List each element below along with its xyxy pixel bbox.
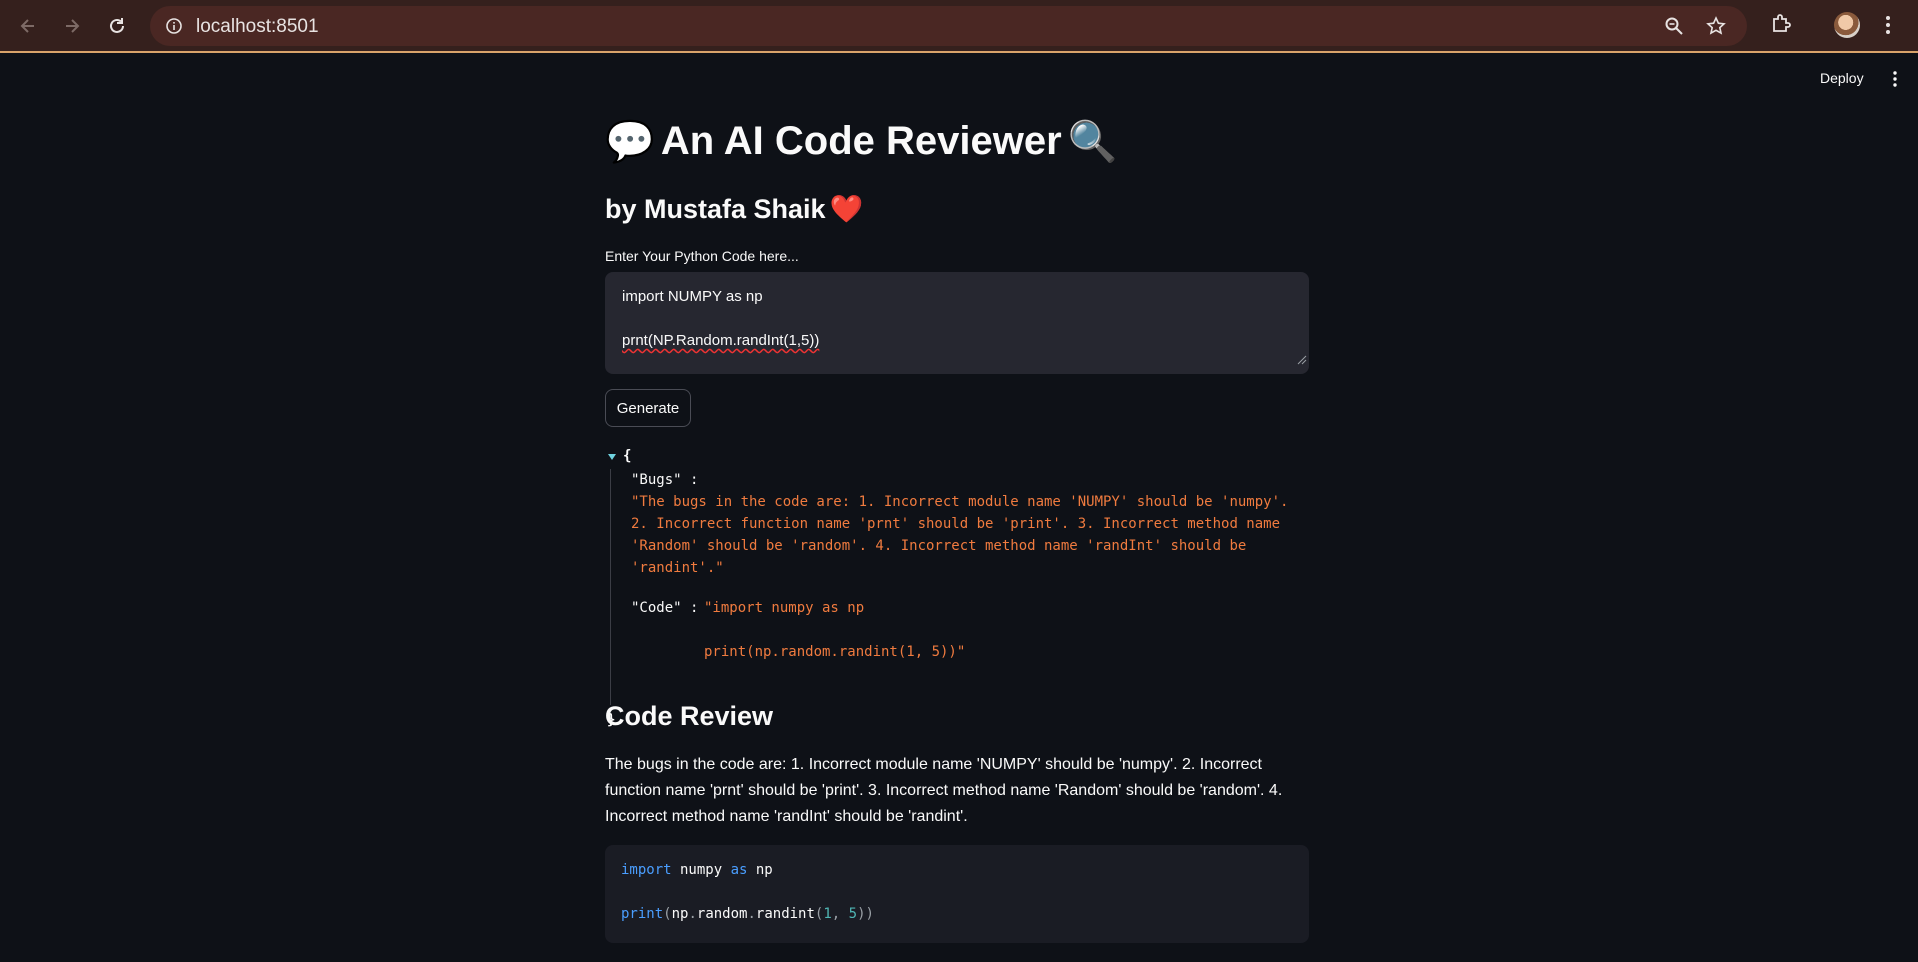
code-token: as <box>730 862 748 878</box>
speech-bubble-icon: 💬 <box>605 120 655 164</box>
code-token: , <box>831 906 849 922</box>
code-token: . <box>747 906 756 922</box>
json-value-code-line2: print(np.random.randint(1, 5))" <box>704 644 966 660</box>
reload-icon[interactable] <box>103 12 131 40</box>
code-review-text: The bugs in the code are: 1. Incorrect m… <box>605 756 1283 825</box>
bookmark-star-icon[interactable] <box>1706 16 1726 41</box>
code-input-label: Enter Your Python Code here... <box>605 248 799 264</box>
page-title-text: An AI Code Reviewer <box>660 119 1062 163</box>
page-subtitle: by Mustafa Shaik ❤️ <box>605 193 863 225</box>
zoom-icon[interactable] <box>1664 16 1684 41</box>
menu-icon[interactable] <box>1885 14 1891 41</box>
profile-avatar[interactable] <box>1834 12 1860 38</box>
deploy-button[interactable]: Deploy <box>1820 70 1864 86</box>
site-info-icon[interactable] <box>164 16 184 36</box>
browser-toolbar: localhost:8501 <box>0 0 1918 53</box>
code-token: ( <box>663 906 672 922</box>
json-value-bugs: "The bugs in the code are: 1. Incorrect … <box>631 494 1289 576</box>
code-input-line <box>622 308 1292 330</box>
code-token: random <box>696 906 748 922</box>
resize-handle-icon[interactable] <box>1297 350 1307 372</box>
generate-button[interactable]: Generate <box>605 389 691 427</box>
page-title: 💬 An AI Code Reviewer 🔍 <box>605 118 1117 165</box>
code-token: 1 <box>823 906 832 922</box>
code-input-line: import NUMPY as np <box>622 288 763 305</box>
code-token: . <box>688 906 697 922</box>
collapse-caret-icon[interactable] <box>607 447 617 469</box>
address-bar[interactable]: localhost:8501 <box>150 6 1747 46</box>
forward-icon[interactable] <box>58 12 86 40</box>
code-token: numpy <box>671 862 731 878</box>
code-line: print(np.random.randint(1, 5)) <box>621 903 1293 925</box>
json-open-brace: { <box>623 448 632 464</box>
code-token: print <box>621 906 664 922</box>
heart-icon: ❤️ <box>829 194 864 224</box>
json-key-bugs: "Bugs" : <box>631 472 699 488</box>
code-token: 5 <box>848 906 858 922</box>
back-icon[interactable] <box>14 12 42 40</box>
code-review-codeblock: import numpy as np print(np.random.randi… <box>605 845 1309 943</box>
code-line: import numpy as np <box>621 859 1293 881</box>
magnifier-icon: 🔍 <box>1067 120 1118 164</box>
code-input[interactable]: import NUMPY as np prnt(NP.Random.randIn… <box>605 272 1309 374</box>
code-review-heading: Code Review <box>605 701 774 731</box>
url-text[interactable]: localhost:8501 <box>196 16 319 38</box>
extensions-icon[interactable] <box>1769 12 1793 41</box>
code-token: import <box>621 862 672 878</box>
code-token: np <box>671 906 689 922</box>
json-value-code-line1: "import numpy as np <box>704 600 865 616</box>
json-guide-line <box>610 469 611 705</box>
code-token: randint <box>755 906 815 922</box>
subtitle-text: by Mustafa Shaik <box>605 193 826 224</box>
app-menu-icon[interactable] <box>1892 70 1898 93</box>
code-token: )) <box>857 906 874 922</box>
json-key-code: "Code" : <box>631 600 699 616</box>
code-input-line-text: prnt(NP.Random.randInt(1,5)) <box>622 332 820 349</box>
code-token: np <box>747 862 773 878</box>
code-input-line: prnt(NP.Random.randInt(1,5)) <box>622 330 1292 352</box>
